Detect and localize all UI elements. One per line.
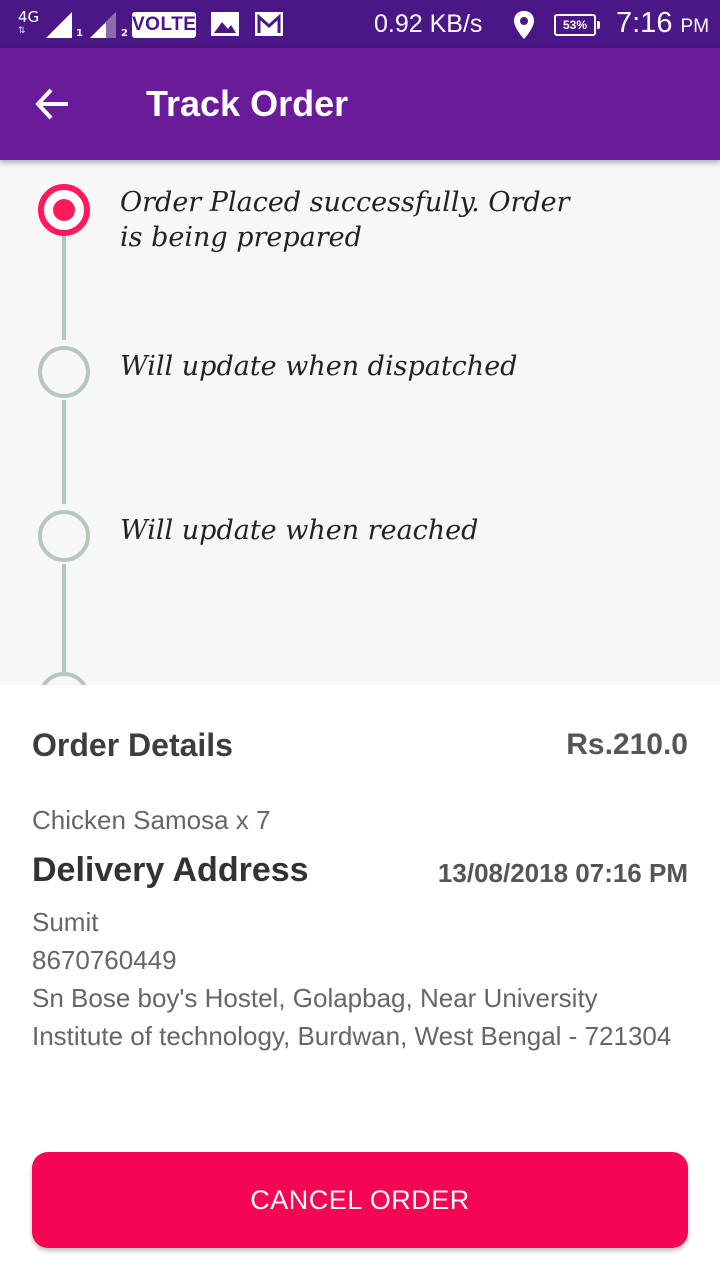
order-details-panel: Order Details Rs.210.0 Chicken Samosa x …: [0, 685, 720, 1280]
order-item: Chicken Samosa x 7: [32, 805, 271, 835]
signal-icon: [46, 12, 72, 38]
customer-name: Sumit: [32, 907, 99, 937]
network-type: 4G ⇅: [18, 8, 40, 36]
clock-time: 7:16: [616, 7, 673, 39]
back-button[interactable]: [24, 78, 76, 130]
timeline-step-marker-active: [38, 184, 90, 236]
order-timeline: Order Placed successfully. Order is bein…: [0, 160, 720, 685]
gallery-icon: [211, 12, 239, 36]
customer-phone: 8670760449: [32, 945, 177, 975]
timeline-connector: [62, 400, 66, 504]
sim2-label: 2: [121, 28, 128, 39]
clock: 7:16 PM: [616, 6, 709, 44]
cancel-order-button[interactable]: CANCEL ORDER: [32, 1152, 688, 1248]
order-date: 13/08/2018 07:16 PM: [437, 858, 688, 888]
delivery-address: Sn Bose boy's Hostel, Golapbag, Near Uni…: [32, 983, 672, 1051]
timeline-connector: [62, 236, 66, 340]
timeline-step-marker: [38, 672, 90, 685]
timeline-step-text: Will update when dispatched: [120, 351, 518, 382]
clock-ampm: PM: [680, 16, 710, 37]
timeline-step-text: Will update when reached: [120, 515, 479, 546]
signal-icon: [90, 12, 116, 38]
network-speed: 0.92 KB/s: [374, 10, 483, 38]
timeline-connector: [62, 564, 66, 674]
status-bar: 4G ⇅ 1 2 VOLTE 0.92 KB/s 53% 7:16 PM: [0, 0, 720, 48]
battery-icon: 53%: [554, 14, 600, 36]
timeline-step-marker: [38, 346, 90, 398]
arrow-left-icon: [35, 88, 68, 120]
timeline-step-text: Order Placed successfully. Order is bein…: [120, 187, 570, 253]
timeline-step-marker: [38, 510, 90, 562]
gmail-icon: [255, 12, 283, 36]
page-title: Track Order: [146, 83, 349, 124]
delivery-address-title: Delivery Address: [32, 851, 309, 889]
sim1-label: 1: [76, 28, 83, 39]
location-icon: [514, 11, 534, 39]
order-details-title: Order Details: [32, 727, 233, 763]
network-type-label: 4G: [18, 8, 40, 26]
order-amount: Rs.210.0: [566, 728, 688, 761]
app-bar: Track Order: [0, 48, 720, 160]
volte-badge: VOLTE: [132, 12, 196, 38]
